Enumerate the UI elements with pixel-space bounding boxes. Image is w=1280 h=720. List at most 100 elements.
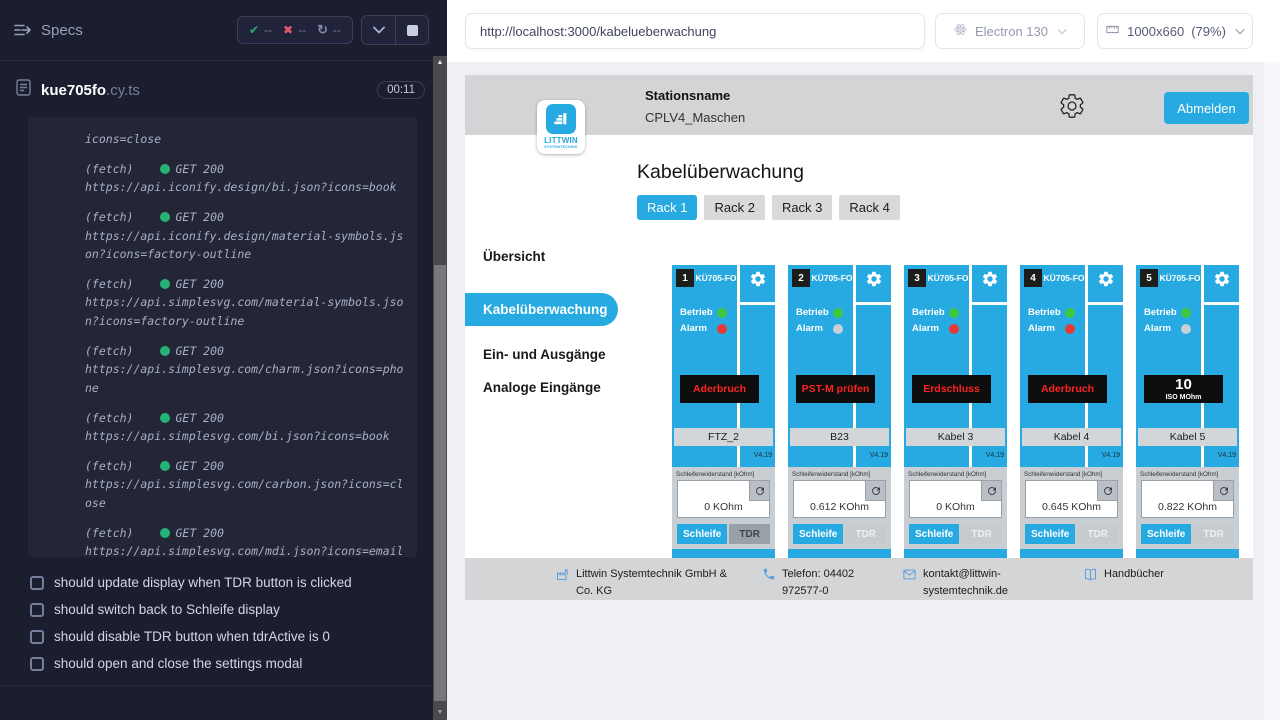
phone-icon (762, 567, 776, 586)
factory-icon (555, 567, 570, 587)
rack-tab-label: Rack 4 (849, 200, 889, 215)
footer-manuals[interactable]: Handbücher (1083, 566, 1164, 587)
status-display: Aderbruch (680, 375, 759, 403)
tdr-button[interactable]: TDR (961, 524, 1002, 544)
schleife-button[interactable]: Schleife (677, 524, 727, 544)
measurement-label: Schleifenwiderstand [kOhm] (1024, 471, 1102, 478)
footer-email: kontakt@littwin-systemtechnik.de (902, 566, 1018, 599)
collapse-button[interactable] (362, 16, 395, 44)
betrieb-led (1181, 308, 1191, 318)
betrieb-label: Betrieb (1028, 307, 1065, 318)
network-log-entry[interactable]: (fetch)GET 200 https://api.simplesvg.com… (85, 275, 405, 331)
device-model-label: KÜ705-FO (927, 273, 969, 283)
sidebar-nav-item[interactable]: Übersicht (465, 240, 637, 273)
device-model-label: KÜ705-FO (695, 273, 737, 283)
test-item[interactable]: should switch back to Schleife display (0, 596, 433, 623)
rack-tab-label: Rack 2 (714, 200, 754, 215)
rack-tab[interactable]: Rack 3 (772, 195, 832, 220)
betrieb-row: Betrieb (1028, 307, 1075, 318)
measurement-label: Schleifenwiderstand [kOhm] (676, 471, 754, 478)
rack-tab[interactable]: Rack 4 (839, 195, 899, 220)
betrieb-led (717, 308, 727, 318)
viewport-selector[interactable]: 1000x660 (79%) (1097, 13, 1253, 49)
settings-gear-icon[interactable] (1058, 92, 1086, 120)
log-status: GET 200 (175, 526, 223, 540)
betrieb-led (949, 308, 959, 318)
network-log-entry[interactable]: icons=close (85, 130, 405, 149)
status-display: Erdschluss (912, 375, 991, 403)
mode-buttons: Schleife TDR (909, 524, 1002, 544)
status-ok-dot (160, 279, 170, 289)
network-log-entry[interactable]: (fetch)GET 200 https://api.iconify.desig… (85, 160, 405, 197)
tdr-button[interactable]: TDR (1193, 524, 1234, 544)
scroll-down-arrow[interactable]: ▼ (433, 708, 447, 718)
alarm-label: Alarm (912, 323, 949, 334)
mode-buttons: Schleife TDR (1025, 524, 1118, 544)
device-settings-icon[interactable] (865, 270, 883, 288)
command-log: icons=close (fetch)GET 200 https://api.i… (28, 117, 417, 557)
test-state-icon (30, 630, 44, 644)
refresh-button[interactable] (749, 481, 769, 501)
sidebar-nav-item[interactable]: Kabelüberwachung (465, 293, 618, 326)
measurement-value: 0.645 KOhm (1026, 501, 1117, 513)
schleife-button[interactable]: Schleife (1141, 524, 1191, 544)
sidebar-nav-item[interactable]: Ein- und Ausgänge (465, 338, 637, 371)
refresh-button[interactable] (1213, 481, 1233, 501)
scrollbar-track[interactable] (433, 56, 447, 720)
sidebar-nav-item[interactable]: Analoge Eingänge (465, 371, 637, 404)
rack-tab[interactable]: Rack 1 (637, 195, 697, 220)
test-state-icon (30, 603, 44, 617)
device-settings-icon[interactable] (749, 270, 767, 288)
url-input[interactable]: http://localhost:3000/kabelueberwachung (465, 13, 925, 49)
refresh-button[interactable] (981, 481, 1001, 501)
firmware-version: V4.19 (754, 452, 772, 459)
rack-tab[interactable]: Rack 2 (704, 195, 764, 220)
device-settings-icon[interactable] (1097, 270, 1115, 288)
tdr-button[interactable]: TDR (729, 524, 770, 544)
device-card: 4 KÜ705-FO Betrieb Alarm (1020, 265, 1123, 565)
test-item[interactable]: should open and close the settings modal (0, 650, 433, 677)
manuals-link[interactable]: Handbücher (1104, 566, 1164, 583)
refresh-button[interactable] (1097, 481, 1117, 501)
log-source: (fetch) (85, 344, 133, 358)
mode-buttons: Schleife TDR (677, 524, 770, 544)
tdr-button[interactable]: TDR (1077, 524, 1118, 544)
network-log-entry[interactable]: (fetch)GET 200 https://api.iconify.desig… (85, 208, 405, 264)
schleife-button[interactable]: Schleife (909, 524, 959, 544)
specs-list-icon[interactable] (14, 23, 32, 37)
spec-file-row[interactable]: kue705fo.cy.ts 00:11 (0, 61, 433, 117)
email-address[interactable]: kontakt@littwin-systemtechnik.de (923, 566, 1018, 599)
device-model-label: KÜ705-FO (1159, 273, 1201, 283)
test-state-icon (30, 657, 44, 671)
measurement-value-box: 0.822 KOhm (1141, 480, 1234, 518)
status-display-text: PST-M prüfen (802, 383, 870, 395)
page-title: Kabelüberwachung (637, 161, 804, 184)
network-log-entry[interactable]: (fetch)GET 200 https://api.simplesvg.com… (85, 409, 405, 446)
test-item[interactable]: should update display when TDR button is… (0, 569, 433, 596)
device-card: 1 KÜ705-FO Betrieb Alarm (672, 265, 775, 565)
logout-button[interactable]: Abmelden (1164, 92, 1249, 124)
cable-name-label: Kabel 4 (1022, 428, 1121, 446)
measurement-value-box: 0 KOhm (909, 480, 1002, 518)
network-log-entry[interactable]: (fetch)GET 200 https://api.simplesvg.com… (85, 524, 405, 557)
measurement-label: Schleifenwiderstand [kOhm] (1140, 471, 1218, 478)
schleife-button[interactable]: Schleife (793, 524, 843, 544)
scroll-up-arrow[interactable]: ▲ (433, 58, 447, 68)
logo-subtext: SYSTEMTECHNIK (537, 145, 585, 149)
rack-tab-label: Rack 1 (647, 200, 687, 215)
tdr-button[interactable]: TDR (845, 524, 886, 544)
runner-scrollbar[interactable]: ▲ ▼ (433, 0, 447, 720)
device-settings-icon[interactable] (1213, 270, 1231, 288)
scrollbar-thumb[interactable] (434, 265, 446, 701)
browser-selector[interactable]: Electron 130 (935, 13, 1085, 49)
betrieb-label: Betrieb (680, 307, 717, 318)
test-item[interactable]: should disable TDR button when tdrActive… (0, 623, 433, 650)
network-log-entry[interactable]: (fetch)GET 200 https://api.simplesvg.com… (85, 342, 405, 398)
schleife-button[interactable]: Schleife (1025, 524, 1075, 544)
refresh-button[interactable] (865, 481, 885, 501)
betrieb-led (833, 308, 843, 318)
log-source: (fetch) (85, 277, 133, 291)
stop-button[interactable] (395, 16, 428, 44)
device-settings-icon[interactable] (981, 270, 999, 288)
network-log-entry[interactable]: (fetch)GET 200 https://api.simplesvg.com… (85, 457, 405, 513)
